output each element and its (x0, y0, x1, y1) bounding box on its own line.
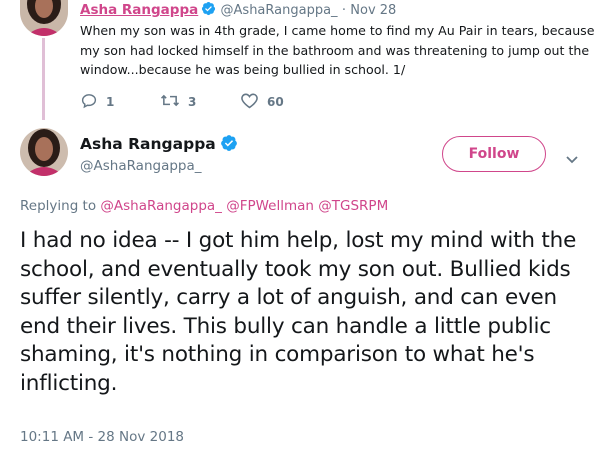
parent-tweet-text: When my son was in 4th grade, I came hom… (80, 23, 595, 77)
mention-link[interactable]: @FPWellman (226, 198, 314, 214)
parent-tweet-header: Asha Rangappa @AshaRangappa_ · Nov 28 (80, 1, 396, 20)
main-author-handle[interactable]: @AshaRangappa_ (80, 158, 202, 174)
heart-icon (240, 92, 267, 112)
retweet-count: 3 (188, 95, 197, 109)
reply-count: 1 (106, 95, 115, 109)
parent-tweet[interactable]: Asha Rangappa @AshaRangappa_ · Nov 28 Wh… (0, 0, 605, 120)
main-author-name-text: Asha Rangappa (80, 135, 216, 153)
reply-button[interactable]: 1 (80, 92, 114, 112)
follow-button[interactable]: Follow (442, 136, 546, 172)
parent-tweet-date[interactable]: Nov 28 (350, 3, 396, 18)
verified-badge-icon (201, 1, 216, 20)
main-tweet-text: I had no idea -- I got him help, lost my… (20, 228, 577, 396)
verified-badge-icon (220, 134, 238, 156)
replying-to-label: Replying to (20, 198, 97, 214)
like-button[interactable]: 60 (240, 92, 284, 112)
retweet-button[interactable]: 3 (160, 92, 196, 112)
main-author-name[interactable]: Asha Rangappa (80, 134, 238, 156)
mention-link[interactable]: @AshaRangappa_ (100, 198, 222, 214)
thread-connector-line (42, 38, 45, 120)
chevron-down-icon[interactable] (565, 150, 579, 169)
main-avatar[interactable] (20, 128, 68, 176)
tweet-timestamp[interactable]: 10:11 AM - 28 Nov 2018 (20, 429, 184, 445)
retweet-icon (160, 92, 188, 112)
mention-link[interactable]: @TGSRPM (318, 198, 388, 214)
header-separator: · (341, 3, 346, 18)
reply-icon (80, 92, 106, 112)
parent-author-name[interactable]: Asha Rangappa (80, 2, 198, 18)
replying-to: Replying to @AshaRangappa_ @FPWellman @T… (20, 198, 388, 214)
parent-author-handle[interactable]: @AshaRangappa_ (221, 3, 338, 18)
parent-avatar[interactable] (20, 0, 68, 36)
like-count: 60 (267, 95, 284, 109)
